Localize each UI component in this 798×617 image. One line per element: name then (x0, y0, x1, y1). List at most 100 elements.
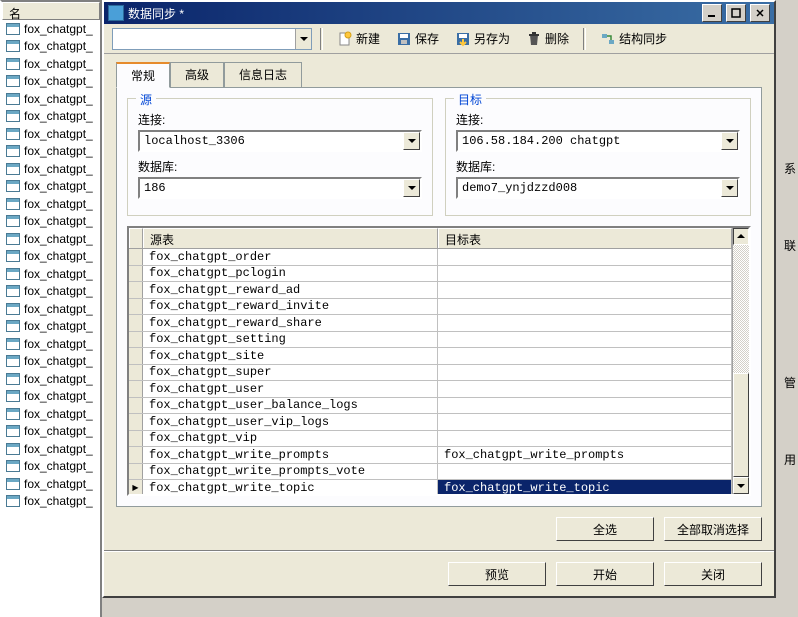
target-table-cell[interactable] (438, 282, 732, 298)
tree-item[interactable]: fox_chatgpt_ (2, 178, 100, 196)
table-row[interactable]: fox_chatgpt_pclogin (129, 266, 732, 283)
source-table-cell[interactable]: fox_chatgpt_reward_ad (143, 282, 438, 298)
dropdown-icon[interactable] (721, 179, 738, 197)
table-row[interactable]: fox_chatgpt_reward_ad (129, 282, 732, 299)
source-table-cell[interactable]: fox_chatgpt_user_vip_logs (143, 414, 438, 430)
tree-item[interactable]: fox_chatgpt_ (2, 353, 100, 371)
target-conn-select[interactable] (456, 130, 740, 152)
combo-dropdown-icon[interactable] (295, 29, 311, 49)
scroll-thumb[interactable] (733, 373, 749, 477)
deselect-all-button[interactable]: 全部取消选择 (664, 517, 762, 541)
dropdown-icon[interactable] (403, 132, 420, 150)
tree-item[interactable]: fox_chatgpt_ (2, 283, 100, 301)
target-table-cell[interactable] (438, 365, 732, 381)
target-table-cell[interactable]: fox_chatgpt_write_topic (438, 480, 732, 494)
tree-item[interactable]: fox_chatgpt_ (2, 423, 100, 441)
source-table-cell[interactable]: fox_chatgpt_reward_share (143, 315, 438, 331)
target-table-cell[interactable] (438, 381, 732, 397)
source-conn-select[interactable] (138, 130, 422, 152)
source-table-cell[interactable]: fox_chatgpt_user_balance_logs (143, 398, 438, 414)
table-row[interactable]: fox_chatgpt_user_vip_logs (129, 414, 732, 431)
target-table-cell[interactable] (438, 431, 732, 447)
target-table-cell[interactable]: fox_chatgpt_write_prompts (438, 447, 732, 463)
table-row[interactable]: fox_chatgpt_setting (129, 332, 732, 349)
vertical-scrollbar[interactable] (732, 228, 749, 494)
tree-item[interactable]: fox_chatgpt_ (2, 388, 100, 406)
target-conn-value[interactable] (458, 132, 721, 150)
tree-item[interactable]: fox_chatgpt_ (2, 318, 100, 336)
source-db-select[interactable] (138, 177, 422, 199)
table-row[interactable]: fox_chatgpt_site (129, 348, 732, 365)
target-table-cell[interactable] (438, 332, 732, 348)
target-table-cell[interactable] (438, 398, 732, 414)
tree-item[interactable]: fox_chatgpt_ (2, 493, 100, 511)
tree-item[interactable]: fox_chatgpt_ (2, 125, 100, 143)
tab-msglog[interactable]: 信息日志 (224, 62, 302, 87)
close-button[interactable] (750, 4, 770, 22)
source-table-cell[interactable]: fox_chatgpt_write_prompts (143, 447, 438, 463)
tree-item[interactable]: fox_chatgpt_ (2, 475, 100, 493)
table-row[interactable]: fox_chatgpt_order (129, 249, 732, 266)
tab-general[interactable]: 常规 (116, 62, 170, 88)
delete-button[interactable]: 删除 (520, 27, 575, 50)
tree-item[interactable]: fox_chatgpt_ (2, 55, 100, 73)
table-row[interactable]: fox_chatgpt_write_topicfox_chatgpt_write… (129, 480, 732, 494)
target-table-cell[interactable] (438, 414, 732, 430)
tab-advanced[interactable]: 高级 (170, 62, 224, 87)
save-button[interactable]: 保存 (390, 27, 445, 50)
table-row[interactable]: fox_chatgpt_user_balance_logs (129, 398, 732, 415)
target-table-cell[interactable] (438, 249, 732, 265)
table-row[interactable]: fox_chatgpt_vip (129, 431, 732, 448)
profile-combo[interactable] (112, 28, 312, 50)
source-table-cell[interactable]: fox_chatgpt_write_prompts_vote (143, 464, 438, 480)
struct-sync-button[interactable]: 结构同步 (594, 27, 673, 50)
maximize-button[interactable] (726, 4, 746, 22)
start-button[interactable]: 开始 (556, 562, 654, 586)
tree-item[interactable]: fox_chatgpt_ (2, 230, 100, 248)
source-table-cell[interactable]: fox_chatgpt_setting (143, 332, 438, 348)
tree-item[interactable]: fox_chatgpt_ (2, 38, 100, 56)
source-table-cell[interactable]: fox_chatgpt_vip (143, 431, 438, 447)
source-table-cell[interactable]: fox_chatgpt_pclogin (143, 266, 438, 282)
source-table-cell[interactable]: fox_chatgpt_site (143, 348, 438, 364)
source-table-cell[interactable]: fox_chatgpt_reward_invite (143, 299, 438, 315)
table-row[interactable]: fox_chatgpt_reward_share (129, 315, 732, 332)
tree-item[interactable]: fox_chatgpt_ (2, 143, 100, 161)
table-row[interactable]: fox_chatgpt_user (129, 381, 732, 398)
new-button[interactable]: 新建 (331, 27, 386, 50)
select-all-button[interactable]: 全选 (556, 517, 654, 541)
source-table-cell[interactable]: fox_chatgpt_write_topic (143, 480, 438, 494)
target-table-cell[interactable] (438, 299, 732, 315)
tree-item[interactable]: fox_chatgpt_ (2, 405, 100, 423)
dropdown-icon[interactable] (403, 179, 420, 197)
minimize-button[interactable] (702, 4, 722, 22)
tree-item[interactable]: fox_chatgpt_ (2, 300, 100, 318)
tree-column-header[interactable]: 名 (2, 2, 100, 20)
scroll-up-icon[interactable] (733, 228, 749, 245)
tree-item[interactable]: fox_chatgpt_ (2, 440, 100, 458)
tree-item[interactable]: fox_chatgpt_ (2, 20, 100, 38)
preview-button[interactable]: 预览 (448, 562, 546, 586)
target-table-cell[interactable] (438, 315, 732, 331)
target-table-cell[interactable] (438, 266, 732, 282)
target-table-cell[interactable] (438, 348, 732, 364)
save-as-button[interactable]: 另存为 (449, 27, 516, 50)
table-row[interactable]: fox_chatgpt_super (129, 365, 732, 382)
table-row[interactable]: fox_chatgpt_write_prompts_vote (129, 464, 732, 481)
table-row[interactable]: fox_chatgpt_reward_invite (129, 299, 732, 316)
table-mapping-grid[interactable]: 源表 目标表 fox_chatgpt_orderfox_chatgpt_pclo… (127, 226, 751, 496)
tree-item[interactable]: fox_chatgpt_ (2, 213, 100, 231)
table-row[interactable]: fox_chatgpt_write_promptsfox_chatgpt_wri… (129, 447, 732, 464)
tree-item[interactable]: fox_chatgpt_ (2, 160, 100, 178)
source-conn-value[interactable] (140, 132, 403, 150)
tree-item[interactable]: fox_chatgpt_ (2, 335, 100, 353)
grid-target-header[interactable]: 目标表 (438, 228, 732, 248)
target-db-select[interactable] (456, 177, 740, 199)
tree-item[interactable]: fox_chatgpt_ (2, 90, 100, 108)
source-db-value[interactable] (140, 179, 403, 197)
tree-item[interactable]: fox_chatgpt_ (2, 195, 100, 213)
dropdown-icon[interactable] (721, 132, 738, 150)
tree-item[interactable]: fox_chatgpt_ (2, 73, 100, 91)
tree-item[interactable]: fox_chatgpt_ (2, 265, 100, 283)
source-table-cell[interactable]: fox_chatgpt_user (143, 381, 438, 397)
